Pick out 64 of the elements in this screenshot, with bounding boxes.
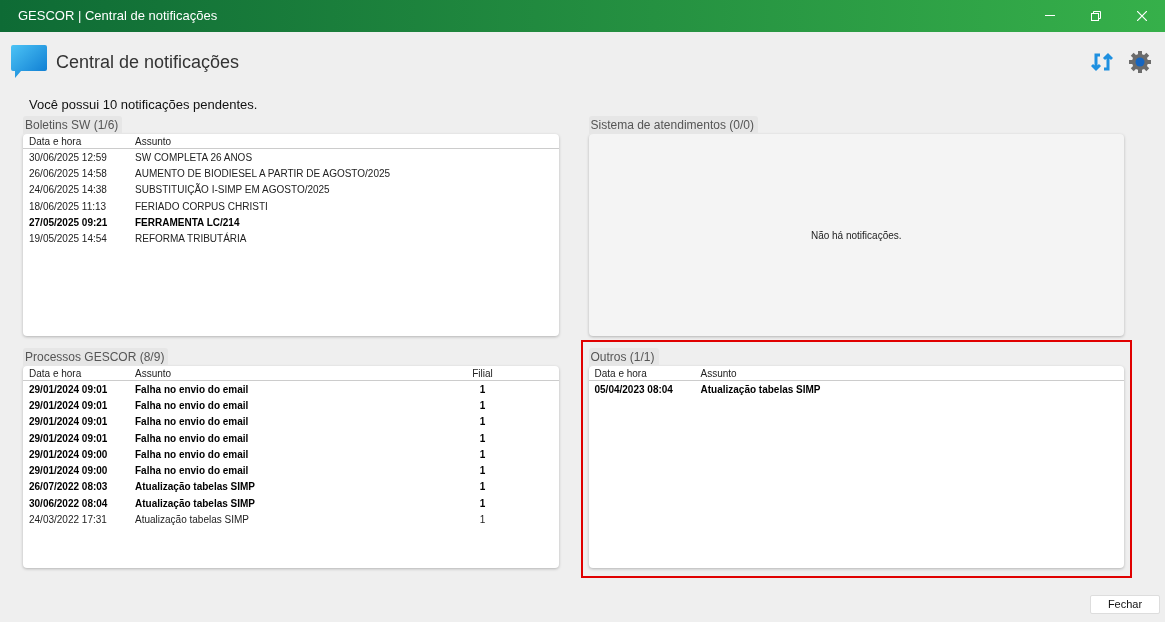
group-title: Boletins SW (1/6) [23, 116, 123, 134]
table-cell-text: Falha no envio do email [135, 447, 250, 462]
table-cell-text: Falha no envio do email [135, 464, 250, 479]
table-cell-text: 29/01/2024 09:01 [29, 382, 109, 397]
window-title: GESCOR | Central de notificações [18, 7, 218, 26]
table-cell-text: 30/06/2025 12:59 [29, 150, 108, 165]
chat-bubble-icon [11, 45, 47, 79]
column-header[interactable]: Assunto [135, 134, 435, 149]
table-cell-text: 29/01/2024 09:01 [29, 415, 109, 430]
table-cell-text: 29/01/2024 09:01 [29, 431, 109, 446]
table-cell-text: 1 [478, 464, 487, 479]
table-cell-text: 1 [478, 496, 487, 511]
empty-message: Não há notificações. [810, 228, 902, 243]
column-header[interactable]: Data e hora [29, 366, 135, 381]
close-icon [1137, 11, 1147, 21]
table-cell-text: REFORMA TRIBUTÁRIA [135, 231, 248, 247]
group-title: Sistema de atendimentos (0/0) [588, 116, 758, 134]
table-cell-text: 1 [478, 431, 487, 446]
group-title: Processos GESCOR (8/9) [23, 348, 169, 366]
column-header[interactable]: Data e hora [29, 134, 135, 149]
table-cell-text: 29/01/2024 09:00 [29, 464, 109, 479]
table-cell-text: Atualização tabelas SIMP [135, 513, 250, 527]
table-cell-text: Falha no envio do email [135, 431, 250, 446]
settings-icon [1129, 51, 1151, 73]
table-cell-text: 18/06/2025 11:13 [29, 199, 108, 214]
table-cell-text: Atualização tabelas SIMP [135, 480, 257, 495]
table-cell-text: 29/01/2024 09:01 [29, 398, 109, 413]
table-cell-text: 1 [478, 480, 487, 495]
table-cell-text: 24/06/2025 14:38 [29, 183, 108, 198]
column-header[interactable]: Data e hora [594, 366, 701, 381]
column-header[interactable]: Assunto [135, 366, 435, 381]
page-title: Central de notificações [56, 50, 240, 74]
table-cell-text: 24/03/2022 17:31 [29, 513, 108, 527]
table-cell-text: 05/04/2023 08:04 [594, 382, 674, 397]
table-cell-text: SUBSTITUIÇÃO I-SIMP EM AGOSTO/2025 [135, 182, 331, 198]
table-cell-text: Atualização tabelas SIMP [700, 382, 822, 397]
table-cell-text: Falha no envio do email [135, 398, 250, 413]
table-cell-text: 1 [478, 513, 487, 527]
table-cell-text: Falha no envio do email [135, 415, 250, 430]
table-cell-text: AUMENTO DE BIODIESEL A PARTIR DE AGOSTO/2025 [135, 166, 392, 181]
group-title: Outros (1/1) [588, 348, 659, 366]
table-cell-text: 19/05/2025 14:54 [29, 232, 108, 247]
table-cell-text: FERRAMENTA LC/214 [135, 215, 241, 230]
table-cell-text: Falha no envio do email [135, 382, 250, 397]
table-cell-text: 1 [478, 382, 487, 397]
column-header[interactable]: Assunto [700, 366, 1001, 381]
refresh-button[interactable] [1090, 50, 1114, 74]
table-cell-text: FERIADO CORPUS CHRISTI [135, 199, 269, 214]
minimize-icon [1045, 15, 1055, 17]
table-cell-text: 29/01/2024 09:00 [29, 447, 109, 462]
table-cell-text: 1 [478, 415, 487, 430]
table-cell-text: 1 [478, 398, 487, 413]
close-dialog-button[interactable]: Fechar [1090, 595, 1160, 614]
table-cell-text: SW COMPLETA 26 ANOS [135, 150, 254, 165]
table-cell-text: 30/06/2022 08:04 [29, 496, 109, 511]
restore-icon [1091, 11, 1101, 21]
table-cell-text: 26/07/2022 08:03 [29, 480, 109, 495]
pending-count-text: Você possui 10 notificações pendentes. [29, 97, 258, 112]
table-cell-text: 26/06/2025 14:58 [29, 166, 108, 181]
table-cell-text: Atualização tabelas SIMP [135, 496, 257, 511]
column-header[interactable]: Filial [462, 366, 503, 381]
table-cell-text: 27/05/2025 09:21 [29, 215, 109, 230]
swap-arrows-icon [1091, 51, 1113, 73]
table-cell-text: 1 [478, 447, 487, 462]
